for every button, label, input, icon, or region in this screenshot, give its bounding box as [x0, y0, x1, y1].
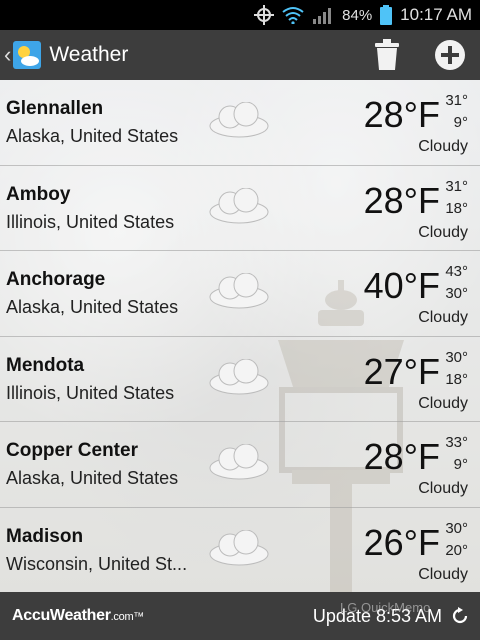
- condition: Cloudy: [418, 480, 468, 497]
- low-temperature: 9°: [453, 114, 468, 131]
- back-chevron-icon[interactable]: ‹: [4, 42, 11, 68]
- high-temperature: 30°: [445, 519, 468, 537]
- low-temperature: 18°: [445, 199, 468, 217]
- cloud-icon: [209, 273, 269, 309]
- cloud-icon: [209, 358, 269, 394]
- brand-suffix: .com™: [110, 611, 145, 623]
- accuweather-logo[interactable]: AccuWeather.com™: [12, 607, 144, 625]
- current-temperature: 40°F: [363, 265, 440, 306]
- app-title: Weather: [49, 43, 129, 66]
- condition: Cloudy: [418, 394, 468, 412]
- high-temperature: 31°: [445, 177, 468, 195]
- low-temperature: 9°: [453, 456, 468, 473]
- city-name: Anchorage: [6, 269, 106, 290]
- cloud-icon: [209, 529, 269, 565]
- refresh-icon[interactable]: [450, 606, 470, 626]
- city-row-mendota[interactable]: Mendota Illinois, United States 27°F 30°…: [0, 336, 480, 422]
- low-temperature: 30°: [445, 285, 468, 302]
- battery-percent: 84%: [342, 6, 373, 24]
- city-row-anchorage[interactable]: Anchorage Alaska, United States 40°F 43°…: [0, 251, 480, 337]
- add-icon[interactable]: [434, 39, 466, 71]
- city-name: Copper Center: [6, 440, 138, 461]
- status-bar: 84% 10:17 AM: [0, 0, 480, 30]
- brand-text: AccuWeather: [12, 607, 111, 624]
- city-name: Amboy: [6, 183, 71, 205]
- clock: 10:17 AM: [400, 5, 472, 24]
- cloud-icon: [209, 102, 269, 138]
- action-bar: ‹ Weather: [0, 30, 480, 80]
- low-temperature: 20°: [445, 541, 468, 559]
- city-row-glennallen[interactable]: Glennallen Alaska, United States 28°F 31…: [0, 80, 480, 166]
- high-temperature: 33°: [445, 434, 468, 451]
- signal-icon: [313, 8, 332, 24]
- high-temperature: 43°: [445, 263, 468, 280]
- current-temperature: 28°F: [363, 179, 440, 221]
- city-row-madison[interactable]: Madison Wisconsin, United St... 26°F 30°…: [0, 507, 480, 593]
- city-region: Alaska, United States: [6, 468, 179, 488]
- city-region: Alaska, United States: [6, 297, 179, 317]
- city-list: Glennallen Alaska, United States 28°F 31…: [0, 80, 480, 593]
- low-temperature: 18°: [445, 370, 468, 388]
- high-temperature: 31°: [445, 92, 468, 109]
- current-temperature: 28°F: [363, 94, 440, 135]
- condition: Cloudy: [418, 223, 468, 241]
- city-name: Madison: [6, 525, 84, 547]
- city-region: Alaska, United States: [6, 126, 179, 146]
- cloud-icon: [209, 444, 269, 480]
- city-row-amboy[interactable]: Amboy Illinois, United States 28°F 31° 1…: [0, 165, 480, 251]
- quickmemo-watermark: LG QuickMemo: [340, 600, 431, 615]
- city-row-copper-center[interactable]: Copper Center Alaska, United States 28°F…: [0, 422, 480, 508]
- cloud-icon: [209, 187, 269, 223]
- current-temperature: 27°F: [363, 350, 440, 392]
- condition: Cloudy: [418, 309, 468, 326]
- wifi-icon: [282, 7, 304, 24]
- trash-icon[interactable]: [374, 39, 400, 71]
- battery-icon: [380, 5, 393, 25]
- gps-icon: [254, 5, 275, 25]
- city-region: Illinois, United States: [6, 382, 175, 403]
- weather-app-icon[interactable]: [13, 41, 42, 69]
- city-region: Illinois, United States: [6, 211, 175, 232]
- condition: Cloudy: [418, 138, 468, 155]
- city-region: Wisconsin, United St...: [6, 553, 188, 574]
- city-name: Mendota: [6, 354, 85, 376]
- condition: Cloudy: [418, 565, 468, 583]
- city-name: Glennallen: [6, 98, 104, 119]
- current-temperature: 28°F: [363, 436, 440, 477]
- current-temperature: 26°F: [363, 521, 440, 563]
- high-temperature: 30°: [445, 348, 468, 366]
